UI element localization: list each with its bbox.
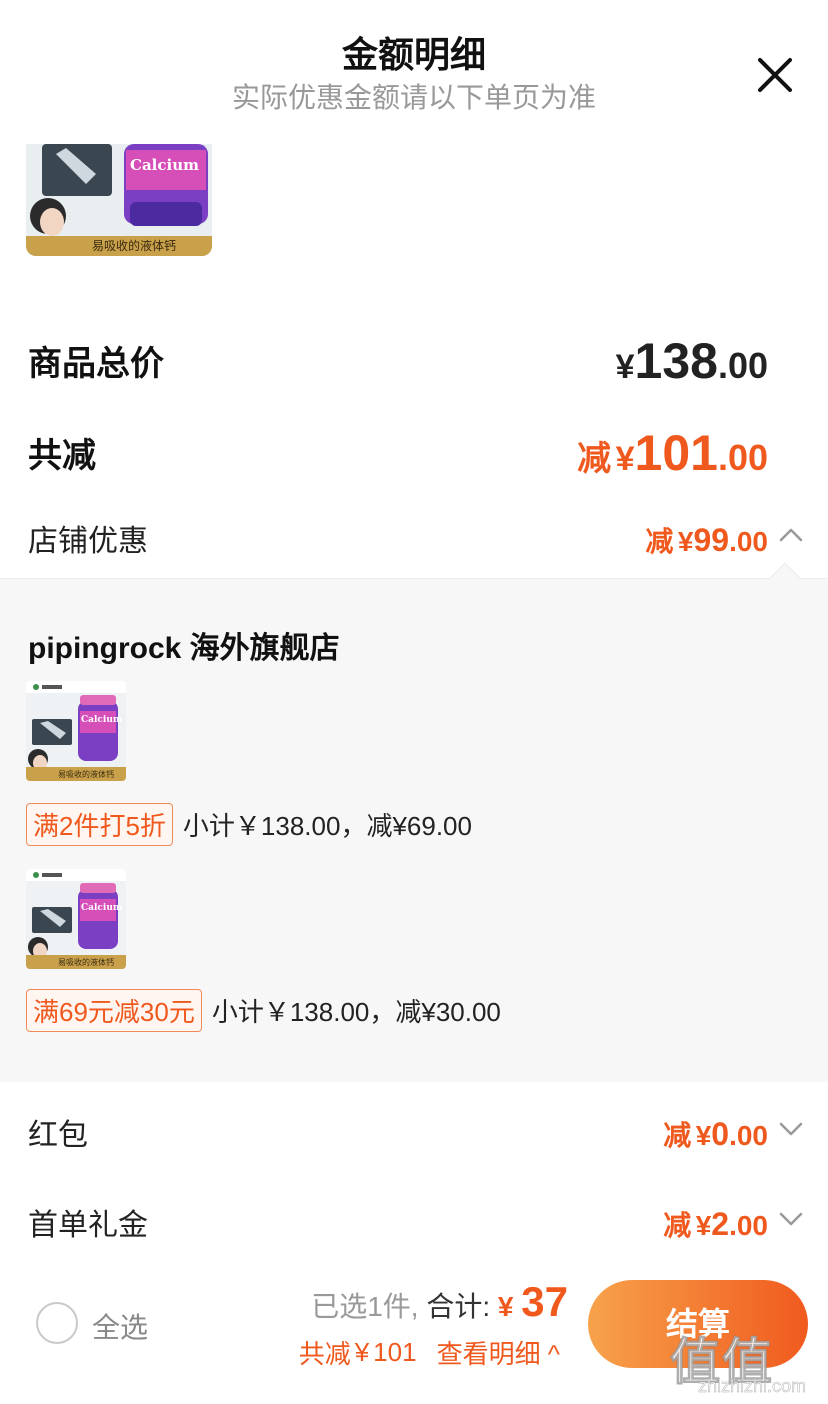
total-price-label: 商品总价 [28,345,164,383]
shop-discount-detail: pipingrock 海外旗舰店 Calcium 易吸收的液体钙 满2件打5折 … [0,562,828,1082]
red-packet-label: 红包 [28,1119,88,1152]
reduce-amount: 101 [373,1337,417,1367]
page-subtitle: 实际优惠金额请以下单页为准 [231,82,596,113]
red-packet-row[interactable]: 红包 减 ¥0.00 [0,1100,828,1160]
chevron-down-icon[interactable] [778,1116,804,1142]
checkout-button[interactable]: 结算 [588,1280,808,1368]
banner-text: 易吸收的液体钙 [58,958,114,967]
product-image[interactable]: Calcium 易吸收的液体钙 [26,869,126,969]
promo-tag: 满2件打5折 [26,803,173,846]
first-order-gift-row[interactable]: 首单礼金 减 ¥2.00 [0,1190,828,1250]
total-amount: 37 [521,1278,568,1325]
order-summary: 已选1件, 合计: ¥ 37 [311,1278,568,1326]
chevron-down-icon[interactable] [778,1206,804,1232]
shop-discount-label: 店铺优惠 [28,525,148,558]
total-price-row: 商品总价 ¥138.00 [0,328,828,389]
bottle-label: Calcium [130,156,199,174]
promo-tag: 满69元减30元 [26,989,202,1032]
banner-text: 易吸收的液体钙 [92,239,177,253]
promo-line: 满2件打5折 小计￥138.00，减¥69.00 [26,803,472,846]
shop-discount-value: 减 ¥99.00 [645,522,768,558]
promo-subtotal: 小计￥138.00，减¥69.00 [182,811,472,841]
selected-count: 已选1件, [311,1291,419,1322]
product-image[interactable]: Calcium 易吸收的液体钙 [26,144,212,256]
view-detail-link[interactable]: 查看明细 ^ [437,1334,560,1371]
checkout-bar: 全选 已选1件, 合计: ¥ 37 共减 ¥ 101 查看明细 ^ 结算 [0,1262,828,1404]
select-all-radio-icon[interactable] [36,1302,78,1344]
total-yen: ¥ [497,1291,514,1322]
promo-line: 满69元减30元 小计￥138.00，减¥30.00 [26,989,501,1032]
reduce-label: 共减 [298,1339,351,1369]
total-reduce-value: 减 ¥101.00 [577,425,768,481]
close-icon[interactable] [756,56,794,94]
first-order-gift-label: 首单礼金 [28,1209,148,1242]
total-price-value: ¥138.00 [615,333,768,389]
total-label: 合计: [426,1291,491,1322]
bottle-label: Calcium [81,903,123,913]
banner-text: 易吸收的液体钙 [58,770,114,779]
product-photo [26,869,126,969]
total-reduce-row: 共减 减 ¥101.00 [0,418,828,481]
modal-header: 金额明细 实际优惠金额请以下单页为准 [0,0,828,130]
chevron-up-icon[interactable] [778,522,804,548]
total-reduce-label: 共减 [28,437,96,475]
product-photo [26,681,126,781]
shop-name: pipingrock 海外旗舰店 [28,632,340,665]
promo-subtotal: 小计￥138.00，减¥30.00 [211,997,501,1027]
product-image[interactable]: Calcium 易吸收的液体钙 [26,681,126,781]
shop-discount-row[interactable]: 店铺优惠 减 ¥99.00 [0,508,828,568]
bottle-label: Calcium [81,715,123,725]
reduce-summary: 共减 ¥ 101 查看明细 ^ [299,1334,560,1371]
red-packet-value: 减 ¥0.00 [663,1116,768,1152]
reduce-yen: ¥ [354,1337,370,1367]
first-order-gift-value: 减 ¥2.00 [663,1206,768,1242]
select-all-label[interactable]: 全选 [92,1306,148,1346]
page-title: 金额明细 [341,34,486,75]
